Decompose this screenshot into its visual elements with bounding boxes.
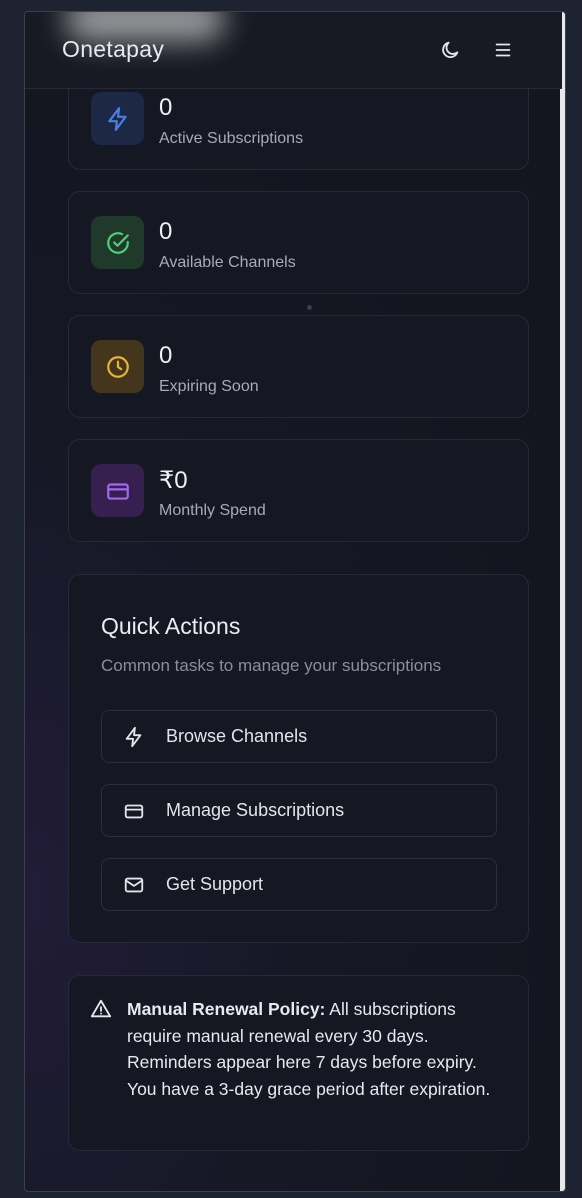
stat-value: 0 [159,94,173,121]
button-label: Manage Subscriptions [166,800,345,820]
quick-actions-card: Quick Actions Common tasks to manage you… [68,574,529,943]
clock-icon [91,340,144,393]
stat-card-available-channels: 0 Available Channels [68,191,529,294]
stat-card-expiring-soon: 0 Expiring Soon [68,315,529,418]
app-window: Onetapay 0 Active Subscriptions 0 Availa… [24,11,566,1192]
menu-icon[interactable] [489,36,517,64]
quick-actions-subtitle: Common tasks to manage your subscription… [101,656,442,675]
warning-icon [90,998,112,1020]
get-support-button[interactable]: Get Support [101,858,497,911]
credit-card-icon [123,800,145,822]
notice-title: Manual Renewal Policy: [127,999,326,1019]
stat-value: ₹0 [159,467,188,494]
check-circle-icon [91,216,144,269]
button-label: Get Support [166,874,264,894]
browse-channels-button[interactable]: Browse Channels [101,710,497,763]
stat-value: 0 [159,218,173,245]
decorative-dot [307,305,312,310]
credit-card-icon [91,464,144,517]
lightning-icon [123,726,145,748]
renewal-policy-notice: Manual Renewal Policy: All subscriptions… [68,975,529,1151]
quick-actions-title: Quick Actions [101,613,241,639]
stat-label: Active Subscriptions [159,130,304,147]
brand-logo[interactable]: Onetapay [62,36,164,63]
stat-card-monthly-spend: ₹0 Monthly Spend [68,439,529,542]
scrollbar[interactable] [560,12,565,1191]
stat-value: 0 [159,342,173,369]
stat-label: Available Channels [159,254,296,271]
manage-subscriptions-button[interactable]: Manage Subscriptions [101,784,497,837]
button-label: Browse Channels [166,726,308,746]
stat-label: Monthly Spend [159,502,266,519]
moon-icon[interactable] [436,36,464,64]
stat-label: Expiring Soon [159,378,259,395]
top-nav: Onetapay [25,12,562,89]
lightning-icon [91,92,144,145]
notice-text: Manual Renewal Policy: All subscriptions… [127,996,507,1102]
mail-icon [123,874,145,896]
